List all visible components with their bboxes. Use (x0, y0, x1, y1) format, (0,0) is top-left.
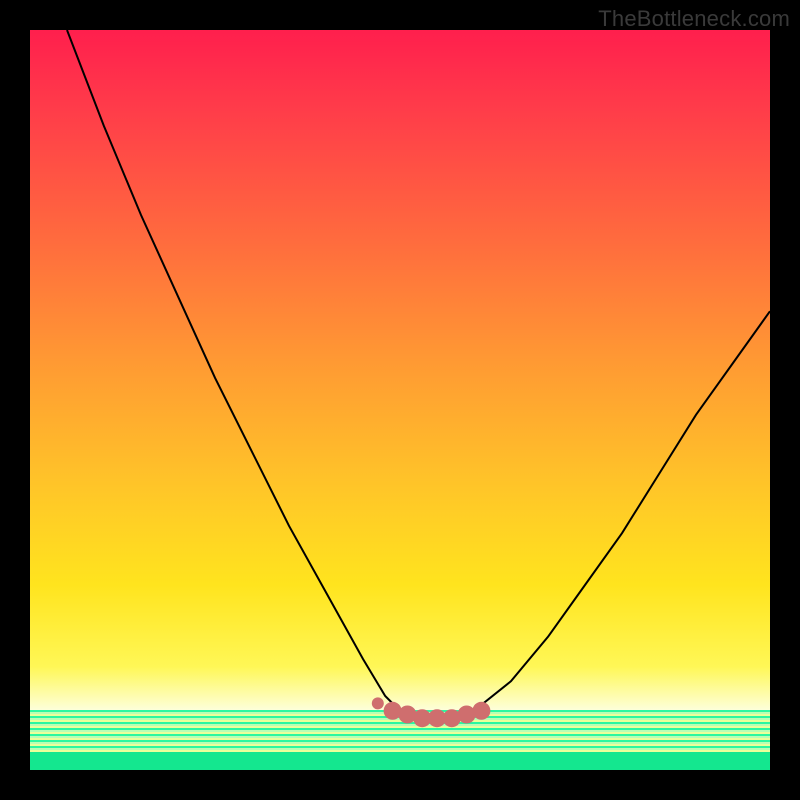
bottleneck-curve-path (67, 30, 770, 718)
curve-layer (30, 30, 770, 770)
highlight-dot (472, 702, 490, 720)
plot-area (30, 30, 770, 770)
highlight-dot (372, 697, 384, 709)
watermark-text: TheBottleneck.com (598, 6, 790, 32)
chart-container: TheBottleneck.com (0, 0, 800, 800)
